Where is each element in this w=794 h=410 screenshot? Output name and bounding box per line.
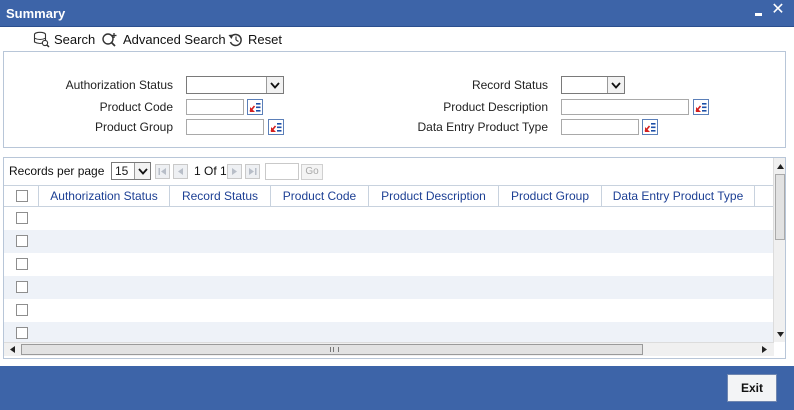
list-of-values-icon[interactable] [642, 119, 658, 135]
chevron-down-icon [266, 77, 283, 93]
column-header-record-status[interactable]: Record Status [170, 186, 271, 206]
last-page-button[interactable] [245, 164, 260, 179]
advanced-search-icon [102, 32, 117, 47]
column-header-data-entry-product-type[interactable]: Data Entry Product Type [602, 186, 755, 206]
product-group-input[interactable] [186, 119, 264, 135]
reset-button[interactable]: Reset [227, 30, 282, 48]
table-row[interactable] [4, 276, 774, 299]
table-row[interactable] [4, 299, 774, 322]
records-per-page-select[interactable]: 15 [111, 162, 151, 180]
select-all-checkbox[interactable] [16, 190, 28, 202]
next-page-icon [232, 168, 237, 175]
product-description-input[interactable] [561, 99, 689, 115]
scroll-right-icon[interactable] [758, 343, 770, 356]
list-of-values-icon[interactable] [247, 99, 263, 115]
first-page-icon [158, 168, 166, 175]
scroll-up-icon[interactable] [774, 160, 785, 172]
chevron-down-icon [607, 77, 624, 93]
horizontal-scroll-thumb[interactable] [21, 344, 643, 355]
select-all-cell [4, 186, 39, 206]
row-checkbox[interactable] [16, 235, 28, 247]
authorization-status-label: Authorization Status [65, 78, 173, 92]
close-icon[interactable]: ✕ [770, 2, 786, 18]
list-of-values-icon[interactable] [693, 99, 709, 115]
product-code-label: Product Code [99, 100, 173, 114]
title-bar: Summary ✕ [0, 0, 794, 27]
database-search-icon [33, 31, 50, 48]
column-header-product-group[interactable]: Product Group [499, 186, 602, 206]
previous-page-icon [178, 168, 183, 175]
row-checkbox[interactable] [16, 304, 28, 316]
data-entry-product-type-label: Data Entry Product Type [417, 120, 548, 134]
grid-header: Authorization Status Record Status Produ… [4, 185, 774, 207]
first-page-button[interactable] [155, 164, 170, 179]
product-description-label: Product Description [443, 100, 548, 114]
records-per-page-label: Records per page [9, 164, 105, 178]
page-info: 1 Of 1 [194, 164, 227, 178]
search-criteria-panel: Authorization Status Product Code Produc… [3, 51, 786, 148]
scroll-down-icon[interactable] [774, 328, 785, 340]
row-checkbox[interactable] [16, 327, 28, 339]
window-title: Summary [6, 6, 66, 21]
row-checkbox[interactable] [16, 281, 28, 293]
search-label: Search [54, 31, 96, 47]
row-checkbox[interactable] [16, 212, 28, 224]
table-row[interactable] [4, 230, 774, 253]
record-status-select[interactable] [561, 76, 625, 94]
reset-icon [228, 33, 242, 46]
column-header-product-code[interactable]: Product Code [271, 186, 369, 206]
search-button[interactable]: Search [33, 30, 95, 48]
last-page-icon [249, 168, 257, 175]
vertical-scroll-thumb[interactable] [775, 174, 785, 240]
reset-label: Reset [248, 31, 282, 47]
records-per-page-value: 15 [115, 164, 129, 178]
authorization-status-select[interactable] [186, 76, 284, 94]
previous-page-button[interactable] [173, 164, 188, 179]
horizontal-scrollbar[interactable] [4, 342, 774, 356]
advanced-search-label: Advanced Search [123, 31, 226, 47]
product-group-label: Product Group [94, 120, 173, 134]
advanced-search-button[interactable]: Advanced Search [101, 30, 226, 48]
record-status-label: Record Status [471, 78, 548, 92]
row-checkbox[interactable] [16, 258, 28, 270]
table-row[interactable] [4, 253, 774, 276]
footer-bar: Exit [0, 366, 794, 410]
results-panel: Records per page 15 1 Of 1 Go Authorizat… [3, 157, 786, 359]
data-entry-product-type-input[interactable] [561, 119, 639, 135]
minimize-icon[interactable] [752, 3, 766, 17]
table-row[interactable] [4, 207, 774, 230]
list-of-values-icon[interactable] [268, 119, 284, 135]
go-button[interactable]: Go [301, 164, 323, 180]
scroll-left-icon[interactable] [6, 343, 18, 356]
goto-page-input[interactable] [265, 163, 299, 180]
pagination-bar: Records per page 15 1 Of 1 Go [4, 158, 774, 184]
column-header-product-description[interactable]: Product Description [369, 186, 499, 206]
exit-button[interactable]: Exit [727, 374, 777, 402]
vertical-scrollbar[interactable] [773, 158, 785, 342]
column-header-authorization-status[interactable]: Authorization Status [39, 186, 170, 206]
chevron-down-icon [134, 163, 150, 179]
next-page-button[interactable] [227, 164, 242, 179]
product-code-input[interactable] [186, 99, 244, 115]
toolbar: Search Advanced Search Reset [0, 27, 794, 51]
